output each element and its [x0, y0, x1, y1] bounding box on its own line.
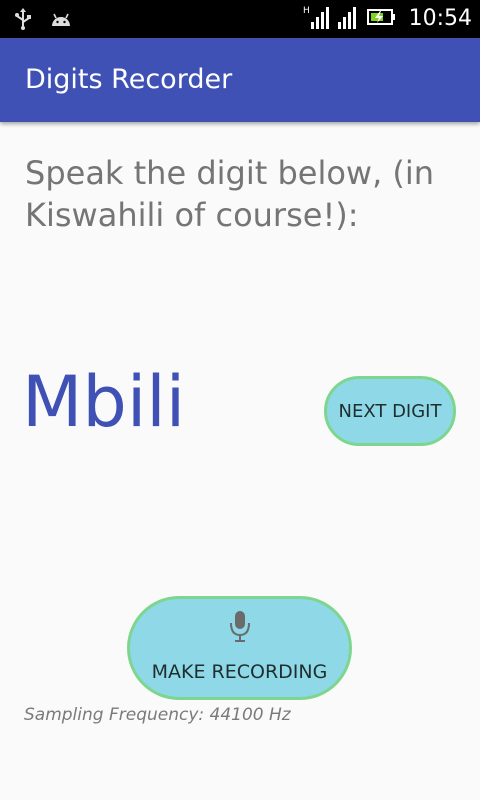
- usb-icon: [14, 8, 32, 34]
- signal-icon: [337, 4, 359, 34]
- app-bar: Digits Recorder: [0, 38, 480, 122]
- next-digit-button[interactable]: NEXT DIGIT: [324, 376, 456, 446]
- status-bar: H 10:54: [0, 0, 480, 38]
- app-title: Digits Recorder: [25, 64, 233, 95]
- status-time: 10:54: [408, 6, 472, 31]
- status-right-icons: H 10:54: [303, 6, 472, 32]
- next-digit-label: NEXT DIGIT: [338, 400, 442, 422]
- svg-text:H: H: [303, 6, 310, 16]
- microphone-icon: [228, 609, 252, 645]
- make-recording-label: MAKE RECORDING: [151, 661, 328, 683]
- make-recording-button[interactable]: MAKE RECORDING: [127, 596, 352, 700]
- signal-h-icon: H: [303, 4, 329, 34]
- status-left-icons: [14, 8, 72, 34]
- sampling-frequency-text: Sampling Frequency: 44100 Hz: [24, 705, 291, 725]
- android-icon: [50, 10, 72, 32]
- battery-charging-icon: [366, 8, 397, 30]
- digit-word: Mbili: [22, 361, 186, 443]
- prompt-text: Speak the digit below, (in Kiswahili of …: [25, 154, 435, 234]
